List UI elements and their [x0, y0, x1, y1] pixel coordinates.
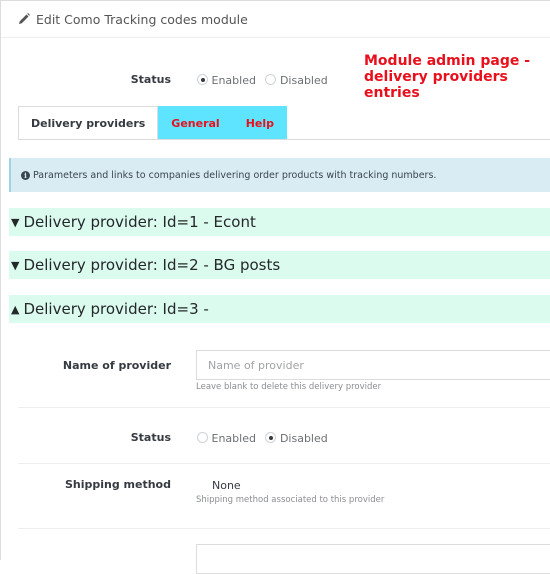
annotation-text: Module admin page - delivery providers e…: [364, 53, 531, 101]
next-field-input[interactable]: [196, 544, 550, 574]
provider-header-2[interactable]: ▼ Delivery provider: Id=2 - BG posts: [9, 251, 550, 279]
radio-enabled-label: Enabled: [211, 432, 256, 445]
tabs-divider: [18, 139, 550, 140]
form-row-name: Name of provider Name of provider Leave …: [1, 350, 550, 410]
form-separator: [18, 463, 550, 464]
provider-status-radio-group: Enabled Disabled: [197, 432, 334, 445]
provider-title: Delivery provider: Id=3 -: [23, 300, 209, 318]
panel-title: Edit Como Tracking codes module: [36, 11, 248, 27]
radio-enabled[interactable]: [197, 74, 208, 85]
tab-general[interactable]: General: [158, 106, 233, 140]
form-separator: [18, 528, 550, 529]
form-row-shipping: Shipping method None Shipping method ass…: [1, 470, 550, 528]
radio-disabled-label: Disabled: [279, 74, 328, 87]
radio-disabled[interactable]: [265, 432, 277, 443]
info-circle-icon: i: [21, 170, 30, 180]
tab-delivery-providers[interactable]: Delivery providers: [18, 106, 159, 140]
module-panel: Edit Como Tracking codes module Status E…: [0, 0, 550, 574]
shipping-method-label: Shipping method: [64, 478, 171, 491]
status-radio-group: Enabled Disabled: [197, 74, 334, 87]
caret-down-icon: ▼: [11, 215, 20, 229]
status-disabled-option[interactable]: Disabled: [265, 74, 328, 87]
radio-enabled[interactable]: [197, 432, 208, 443]
caret-down-icon: ▼: [11, 258, 20, 272]
module-status-row: Status Enabled Disabled: [1, 73, 341, 93]
shipping-method-value: None: [212, 478, 241, 492]
form-row-status: Status Enabled Disabled: [1, 431, 550, 451]
provider-header-1[interactable]: ▼ Delivery provider: Id=1 - Econt: [9, 208, 550, 236]
provider-status-label: Status: [130, 431, 171, 444]
name-label: Name of provider: [62, 359, 171, 372]
radio-disabled-label: Disabled: [279, 432, 328, 445]
status-label: Status: [130, 73, 171, 86]
provider-name-input[interactable]: Name of provider: [196, 350, 550, 380]
shipping-help-text: Shipping method associated to this provi…: [196, 495, 385, 505]
provider-status-disabled-option[interactable]: Disabled: [265, 432, 328, 445]
provider-name-placeholder: Name of provider: [208, 358, 304, 372]
form-separator: [18, 407, 550, 408]
provider-status-enabled-option[interactable]: Enabled: [197, 432, 259, 445]
tab-help[interactable]: Help: [232, 106, 288, 140]
radio-enabled-label: Enabled: [211, 74, 256, 87]
name-help-text: Leave blank to delete this delivery prov…: [196, 382, 382, 392]
provider-title: Delivery provider: Id=1 - Econt: [23, 213, 256, 231]
info-text: Parameters and links to companies delive…: [33, 169, 437, 181]
panel-heading: Edit Como Tracking codes module: [1, 1, 550, 38]
provider-title: Delivery provider: Id=2 - BG posts: [23, 256, 281, 274]
caret-up-icon: ▲: [11, 302, 20, 316]
info-alert: i Parameters and links to companies deli…: [9, 158, 550, 192]
pencil-icon: [19, 13, 30, 24]
radio-disabled[interactable]: [265, 74, 277, 85]
tab-bar: Delivery providers General Help: [18, 106, 288, 140]
status-enabled-option[interactable]: Enabled: [197, 74, 259, 87]
provider-header-3[interactable]: ▲ Delivery provider: Id=3 -: [9, 295, 550, 323]
